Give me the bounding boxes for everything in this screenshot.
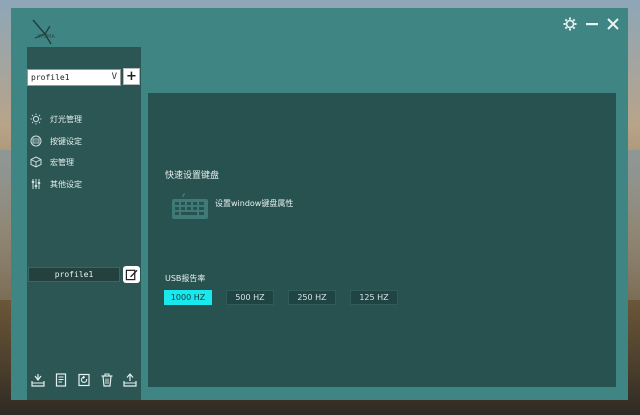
quick-setup-title: 快速设置键盘 — [165, 171, 220, 181]
sidebar-item-label: 灯光管理 — [50, 114, 82, 124]
sidebar-item-label: 宏管理 — [50, 157, 74, 167]
report-rate-500hz-button[interactable]: 500 HZ — [226, 290, 274, 305]
sidebar-item-label: 其他设定 — [50, 179, 82, 189]
settings-button[interactable] — [563, 17, 577, 31]
sliders-icon — [30, 178, 42, 190]
minimize-button[interactable] — [585, 17, 599, 31]
sidebar-item-other-settings[interactable]: 其他设定 — [27, 174, 141, 194]
minimize-icon — [586, 23, 598, 26]
edit-icon — [125, 269, 138, 281]
reset-icon[interactable] — [77, 373, 91, 387]
document-icon[interactable] — [54, 373, 68, 387]
report-rate-125hz-button[interactable]: 125 HZ — [350, 290, 398, 305]
import-icon[interactable] — [31, 373, 45, 387]
app-logo-icon — [31, 18, 53, 46]
report-rate-1000hz-button[interactable]: 1000 HZ — [164, 290, 212, 305]
chevron-down-icon: V — [111, 72, 117, 82]
keyboard-icon[interactable] — [171, 192, 209, 222]
sidebar-bottom-toolbar — [27, 370, 141, 390]
sidebar-item-macro[interactable]: 宏管理 — [27, 152, 141, 172]
windows-keyboard-settings-link[interactable]: 设置window键盘属性 — [215, 198, 293, 209]
current-profile-name[interactable]: profile1 — [28, 267, 120, 282]
add-profile-label: + — [126, 69, 137, 84]
add-profile-button[interactable]: + — [123, 68, 140, 85]
keyboard-key-icon — [30, 135, 42, 147]
sidebar-item-key-settings[interactable]: 按键设定 — [27, 131, 141, 151]
usb-report-rate-title: USB报告率 — [165, 274, 206, 283]
macro-cube-icon — [30, 156, 42, 168]
app-logo-text: XTUMA — [37, 34, 55, 40]
delete-icon[interactable] — [100, 373, 114, 387]
gear-icon — [563, 17, 577, 31]
light-bulb-icon — [30, 113, 42, 125]
export-icon[interactable] — [122, 373, 137, 387]
report-rate-250hz-button[interactable]: 250 HZ — [288, 290, 336, 305]
sidebar — [27, 47, 141, 400]
sidebar-item-label: 按键设定 — [50, 136, 82, 146]
profile-select[interactable]: profile1 V — [27, 69, 121, 86]
close-button[interactable] — [606, 17, 620, 31]
sidebar-item-lighting[interactable]: 灯光管理 — [27, 109, 141, 129]
close-icon — [607, 18, 619, 30]
app-window: XTUMA profile1 V + 灯光管理 按键设定 宏管理 其他设定 pr… — [11, 8, 628, 400]
main-panel — [148, 93, 616, 387]
profile-select-value: profile1 — [31, 73, 70, 82]
edit-profile-button[interactable] — [123, 266, 140, 283]
